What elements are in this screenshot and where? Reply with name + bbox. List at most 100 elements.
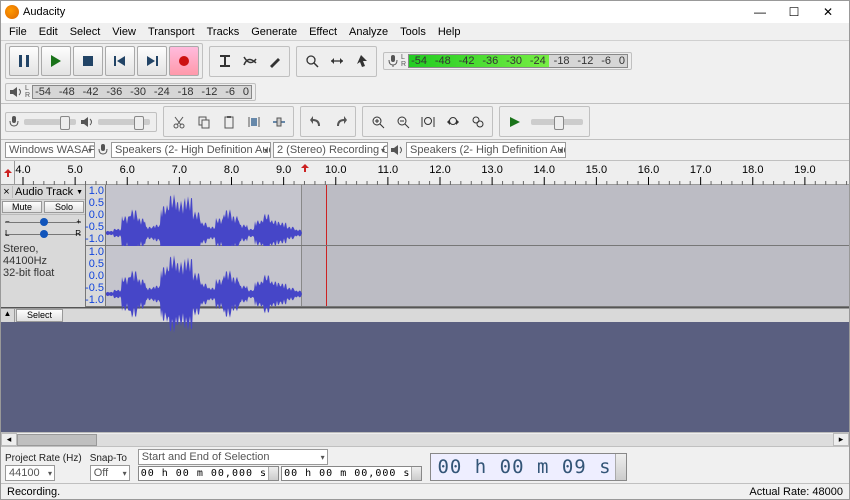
playback-meter[interactable]: -54-48-42-36-30-24-18-12-60 (32, 85, 252, 99)
select-button[interactable]: Select (16, 309, 63, 322)
toolbar-row-1: LR -54-48-42-36-30-24-18-12-60 LR -54-48… (1, 41, 849, 104)
play-at-speed-toolbar (499, 106, 590, 137)
zoom-out-button[interactable] (390, 109, 415, 134)
playhead-marker-icon (300, 163, 310, 173)
menu-file[interactable]: File (3, 24, 33, 40)
audio-position-display[interactable]: 00 h 00 m 09 s (430, 453, 626, 481)
track-format-info: Stereo, 44100Hz32-bit float (1, 241, 85, 281)
tools-toolbar (209, 46, 290, 77)
playback-device-combo[interactable]: Speakers (2- High Definition Audio Devic… (406, 142, 566, 158)
collapse-button[interactable]: ▲ (1, 309, 15, 322)
play-at-speed-button[interactable] (502, 109, 527, 134)
menu-effect[interactable]: Effect (303, 24, 343, 40)
cut-button[interactable] (166, 109, 191, 134)
track-name-dropdown[interactable]: Audio Track▼ (13, 185, 85, 199)
snap-to-combo[interactable]: Off (90, 465, 130, 481)
waveform-right[interactable] (106, 246, 849, 306)
speaker-icon (80, 115, 94, 129)
minimize-button[interactable]: — (743, 1, 777, 23)
multi-tool[interactable] (349, 49, 374, 74)
paste-button[interactable] (216, 109, 241, 134)
skip-start-button[interactable] (105, 46, 135, 76)
selection-tool[interactable] (212, 49, 237, 74)
fit-selection-button[interactable] (415, 109, 440, 134)
playback-volume-slider[interactable] (98, 119, 150, 125)
menu-bar: File Edit Select View Transport Tracks G… (1, 23, 849, 41)
pin-button[interactable] (1, 161, 15, 184)
horizontal-scrollbar[interactable]: ◂ ▸ (1, 432, 849, 446)
status-bar: Recording. Actual Rate: 48000 (1, 483, 849, 499)
svg-text:18.0: 18.0 (742, 164, 763, 176)
amplitude-scale: 1.00.50.0-0.5-1.0 (86, 246, 106, 306)
svg-text:5.0: 5.0 (67, 164, 82, 176)
playback-meter-toolbar: LR -54-48-42-36-30-24-18-12-60 (5, 83, 256, 101)
menu-help[interactable]: Help (432, 24, 467, 40)
microphone-icon (8, 115, 20, 129)
record-button[interactable] (169, 46, 199, 76)
scrollbar-thumb[interactable] (17, 434, 97, 446)
play-button[interactable] (41, 46, 71, 76)
waveform-left[interactable] (106, 185, 849, 245)
close-window-button[interactable]: ✕ (811, 1, 845, 23)
record-meter[interactable]: -54-48-42-36-30-24-18-12-60 (408, 54, 628, 68)
menu-analyze[interactable]: Analyze (343, 24, 394, 40)
menu-select[interactable]: Select (64, 24, 107, 40)
record-volume-slider[interactable] (24, 119, 76, 125)
undo-toolbar (300, 106, 356, 137)
skip-end-button[interactable] (137, 46, 167, 76)
svg-text:9.0: 9.0 (276, 164, 291, 176)
menu-generate[interactable]: Generate (245, 24, 303, 40)
pan-slider[interactable]: LR (5, 229, 81, 239)
menu-tracks[interactable]: Tracks (201, 24, 246, 40)
title-bar: Audacity — ☐ ✕ (1, 1, 849, 23)
zoom-toggle-button[interactable] (465, 109, 490, 134)
tools-toolbar-2 (296, 46, 377, 77)
project-rate-combo[interactable]: 44100 (5, 465, 55, 481)
svg-text:10.0: 10.0 (325, 164, 346, 176)
zoom-in-button[interactable] (365, 109, 390, 134)
menu-tools[interactable]: Tools (394, 24, 432, 40)
recording-device-combo[interactable]: Speakers (2- High Definition Audio Devic… (111, 142, 271, 158)
status-message: Recording. (7, 486, 60, 498)
audio-host-combo[interactable]: Windows WASAPI (5, 142, 95, 158)
track-close-button[interactable]: × (1, 186, 13, 198)
trim-button[interactable] (241, 109, 266, 134)
envelope-tool[interactable] (237, 49, 262, 74)
pause-button[interactable] (9, 46, 39, 76)
stop-button[interactable] (73, 46, 103, 76)
draw-tool[interactable] (262, 49, 287, 74)
gain-slider[interactable]: −+ (5, 217, 81, 227)
silence-button[interactable] (266, 109, 291, 134)
mute-button[interactable]: Mute (2, 201, 42, 213)
zoom-tool[interactable] (299, 49, 324, 74)
menu-view[interactable]: View (106, 24, 142, 40)
solo-button[interactable]: Solo (44, 201, 84, 213)
scroll-left-button[interactable]: ◂ (1, 433, 17, 446)
undo-button[interactable] (303, 109, 328, 134)
svg-text:7.0: 7.0 (172, 164, 187, 176)
timeline-ruler[interactable]: 4.05.06.07.08.09.010.011.012.013.014.015… (1, 161, 849, 185)
app-icon (5, 5, 19, 19)
maximize-button[interactable]: ☐ (777, 1, 811, 23)
svg-text:8.0: 8.0 (224, 164, 239, 176)
menu-transport[interactable]: Transport (142, 24, 201, 40)
selection-end-field[interactable]: 00 h 00 m 00,000 s (281, 466, 422, 481)
svg-text:11.0: 11.0 (378, 164, 399, 176)
recording-channels-combo[interactable]: 2 (Stereo) Recording Chann (273, 142, 388, 158)
svg-text:17.0: 17.0 (690, 164, 711, 176)
edit-toolbar (163, 106, 294, 137)
meter-label-lr: LR (25, 85, 30, 99)
track-control-panel[interactable]: × Audio Track▼ Mute Solo −+ LR Stereo, 4… (1, 185, 86, 307)
selection-format-combo[interactable]: Start and End of Selection (138, 449, 328, 465)
meter-label-lr: LR (401, 54, 406, 68)
timeshift-tool[interactable] (324, 49, 349, 74)
fit-project-button[interactable] (440, 109, 465, 134)
menu-edit[interactable]: Edit (33, 24, 64, 40)
selection-start-field[interactable]: 00 h 00 m 00,000 s (138, 466, 279, 481)
scroll-right-button[interactable]: ▸ (833, 433, 849, 446)
playback-speed-slider[interactable] (531, 119, 583, 125)
svg-text:16.0: 16.0 (638, 164, 659, 176)
mixer-toolbar (5, 112, 157, 132)
redo-button[interactable] (328, 109, 353, 134)
copy-button[interactable] (191, 109, 216, 134)
